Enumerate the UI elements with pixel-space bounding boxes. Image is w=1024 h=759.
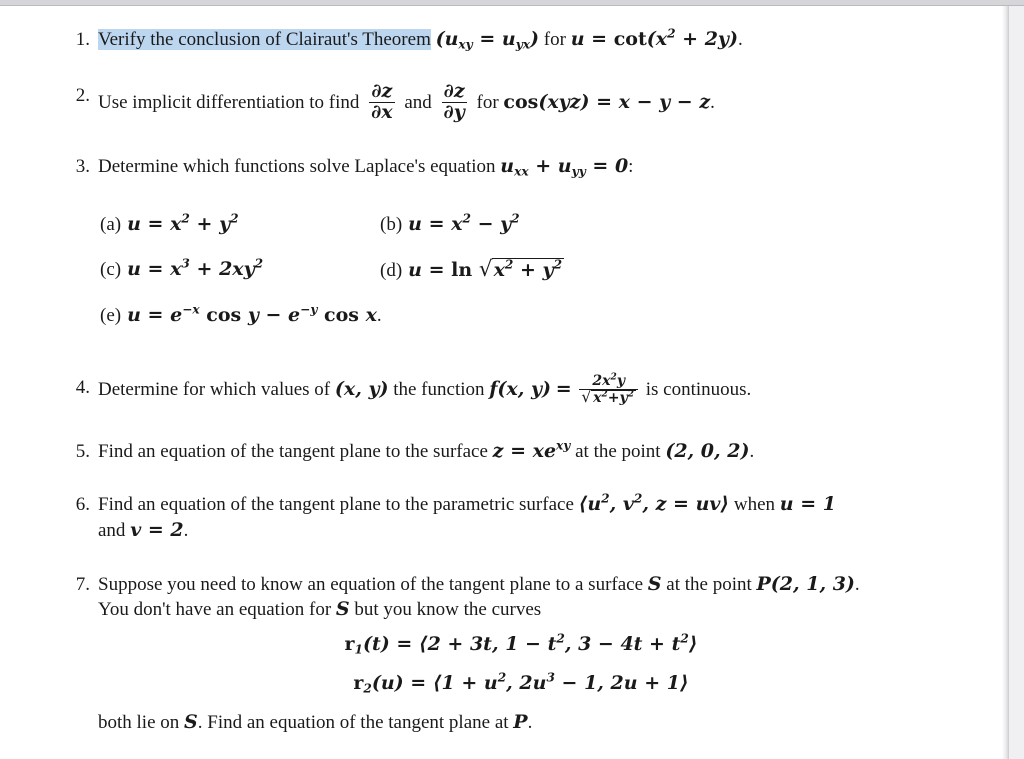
- problem-6-when: when: [733, 494, 776, 516]
- problem-5: 5. Find an equation of the tangent plane…: [0, 439, 1002, 465]
- curve-r1-equation: r1(t) = ⟨2 + 3t, 1 − t2, 3 − 4t + t2⟩: [344, 631, 698, 657]
- problem-7-point-P: P(2, 1, 3): [756, 572, 855, 595]
- problem-2-number: 2.: [75, 84, 90, 106]
- problem-7-line1b: at the point: [666, 573, 752, 595]
- window-top-strip: [0, 0, 1024, 6]
- subpart-e-label: (e): [100, 305, 122, 327]
- problem-2: 2. Use implicit differentiation to find …: [0, 79, 1002, 124]
- problem-3-lead: Determine which functions solve Laplace'…: [98, 155, 496, 177]
- problem-6-number: 6.: [75, 494, 90, 516]
- subpart-d-math: u = ln x2 + y2: [408, 257, 565, 282]
- problem-7-line3a: both lie on: [98, 711, 180, 733]
- square-root-icon: x2 + y2: [479, 257, 565, 282]
- fraction-denominator: x2+y2: [579, 388, 638, 406]
- problem-7-surface-S1: S: [647, 572, 662, 595]
- problem-5-text: Find an equation of the tangent plane to…: [98, 439, 1002, 465]
- subpart-row-cd: (c)u = x3 + 2xy2 (d)u = ln x2 + y2: [100, 257, 660, 282]
- problem-6-lead: Find an equation of the tangent plane to…: [98, 494, 574, 516]
- problem-5-point: (2, 0, 2): [665, 439, 750, 462]
- problem-4-number: 4.: [75, 377, 90, 399]
- subpart-a-label: (a): [100, 214, 122, 236]
- problem-7-surface-S2: S: [335, 598, 350, 621]
- problem-1-period: .: [737, 29, 743, 50]
- problem-4-text: Determine for which values of (x, y) the…: [98, 373, 1002, 407]
- problem-2-lead: Use implicit differentiation to find: [98, 91, 360, 113]
- partial-z-partial-y-fraction: ∂z ∂y: [441, 79, 467, 123]
- subpart-a: (a) u = x2 + y2: [100, 213, 380, 236]
- subpart-d-label: (d): [380, 260, 403, 282]
- subpart-c: (c) u = x3 + 2xy2: [100, 258, 380, 282]
- problem-4-lead: Determine for which values of: [98, 379, 331, 401]
- problem-6-v-value: v = 2: [130, 518, 184, 541]
- page-edge-shadow: [1002, 6, 1008, 759]
- problem-5-period: .: [749, 440, 755, 462]
- problem-6: 6. Find an equation of the tangent plane…: [0, 492, 1002, 543]
- problem-7-line1-period: .: [854, 573, 860, 595]
- problem-5-lead: Find an equation of the tangent plane to…: [98, 440, 488, 462]
- problem-4-fraction: 2x2y x2+y2: [579, 373, 638, 406]
- problem-5-mid: at the point: [575, 440, 661, 462]
- problem-6-and: and: [98, 519, 126, 541]
- problem-2-for: for: [476, 91, 499, 113]
- problem-3-number: 3.: [75, 155, 90, 177]
- subpart-b-math: u = x2 − y2: [408, 211, 520, 236]
- problem-3: 3. Determine which functions solve Lapla…: [0, 154, 1002, 180]
- curve-r2-equation: r2(u) = ⟨1 + u2, 2u3 − 1, 2u + 1⟩: [353, 670, 689, 696]
- problem-4-equals: =: [555, 378, 572, 401]
- subpart-c-label: (c): [100, 259, 122, 281]
- partial-z-partial-x-fraction: ∂z ∂x: [369, 79, 395, 123]
- problem-2-period: .: [710, 91, 715, 113]
- problem-3-text: Determine which functions solve Laplace'…: [98, 154, 1002, 180]
- problem-1-for: for: [543, 29, 566, 50]
- problem-7-surface-S3: S: [184, 710, 198, 733]
- problem-7-line3: both lie on S. Find an equation of the t…: [0, 711, 1002, 734]
- laplace-equation: uxx + uyy = 0: [500, 154, 629, 178]
- subpart-a-math: u = x2 + y2: [127, 211, 239, 236]
- subpart-b-label: (b): [380, 214, 403, 236]
- subpart-e-math: u = e−x cos y − e−y cos x: [127, 302, 377, 327]
- subpart-e: (e) u = e−x cos y − e−y cos x.: [100, 304, 660, 327]
- square-root-icon: x2+y2: [581, 389, 636, 406]
- subpart-d: (d)u = ln x2 + y2: [380, 257, 660, 282]
- document-page: 1. Verify the conclusion of Clairaut's T…: [0, 7, 1002, 759]
- problem-4-mid: the function: [393, 379, 485, 401]
- problem-5-number: 5.: [75, 440, 90, 462]
- problem-6-period: .: [183, 519, 189, 541]
- problem-4-point: (x, y): [334, 378, 389, 401]
- problem-7-text: Suppose you need to know an equation of …: [98, 572, 1002, 623]
- problem-2-text: Use implicit differentiation to find ∂z …: [98, 79, 1002, 124]
- problem-7-line3-period: .: [527, 711, 533, 733]
- problem-3-subparts: (a) u = x2 + y2 (b) u = x2 − y2 (c) u = x3 …: [100, 213, 660, 327]
- problem-7-point-P3: P: [513, 710, 528, 733]
- problem-4-tail: is continuous.: [645, 379, 752, 401]
- problem-7: 7. Suppose you need to know an equation …: [0, 572, 1002, 623]
- problem-2-and: and: [404, 91, 432, 113]
- problem-5-surface: z = xexy: [492, 438, 571, 462]
- scrollbar-track[interactable]: [1008, 6, 1024, 759]
- problem-4: 4. Determine for which values of (x, y) …: [0, 373, 1002, 407]
- problem-2-equation: cos(xyz) = x − y − z: [503, 90, 711, 113]
- problem-7-line1a: Suppose you need to know an equation of …: [98, 573, 644, 595]
- problem-6-u-value: u = 1: [779, 493, 836, 516]
- subpart-c-math: u = x3 + 2xy2: [127, 256, 264, 281]
- problem-1-number: 1.: [75, 29, 90, 50]
- problem-6-text: Find an equation of the tangent plane to…: [98, 492, 1002, 543]
- problem-1-text: Verify the conclusion of Clairaut's Theo…: [98, 27, 1002, 53]
- subpart-row-e: (e) u = e−x cos y − e−y cos x.: [100, 304, 660, 327]
- problem-1: 1. Verify the conclusion of Clairaut's T…: [0, 27, 1002, 53]
- problem-7-line2b: but you know the curves: [354, 599, 542, 621]
- problem-1-math: (uxy = uyx): [435, 28, 540, 52]
- subpart-b: (b) u = x2 − y2: [380, 213, 660, 236]
- subpart-e-period: .: [376, 305, 382, 327]
- problem-4-function: f(x, y): [489, 378, 551, 401]
- problem-7-line2a: You don't have an equation for: [98, 599, 332, 621]
- problem-3-colon: :: [628, 155, 634, 177]
- problem-7-number: 7.: [75, 573, 90, 595]
- problem-1-equation: u = cot(x2 + 2y): [570, 26, 738, 50]
- subpart-row-ab: (a) u = x2 + y2 (b) u = x2 − y2: [100, 213, 660, 236]
- problem-7-line3b: . Find an equation of the tangent plane …: [197, 711, 509, 733]
- highlighted-selection[interactable]: Verify the conclusion of Clairaut's Theo…: [98, 29, 431, 50]
- problem-6-vector: ⟨u2, v2, z = uv⟩: [578, 491, 730, 516]
